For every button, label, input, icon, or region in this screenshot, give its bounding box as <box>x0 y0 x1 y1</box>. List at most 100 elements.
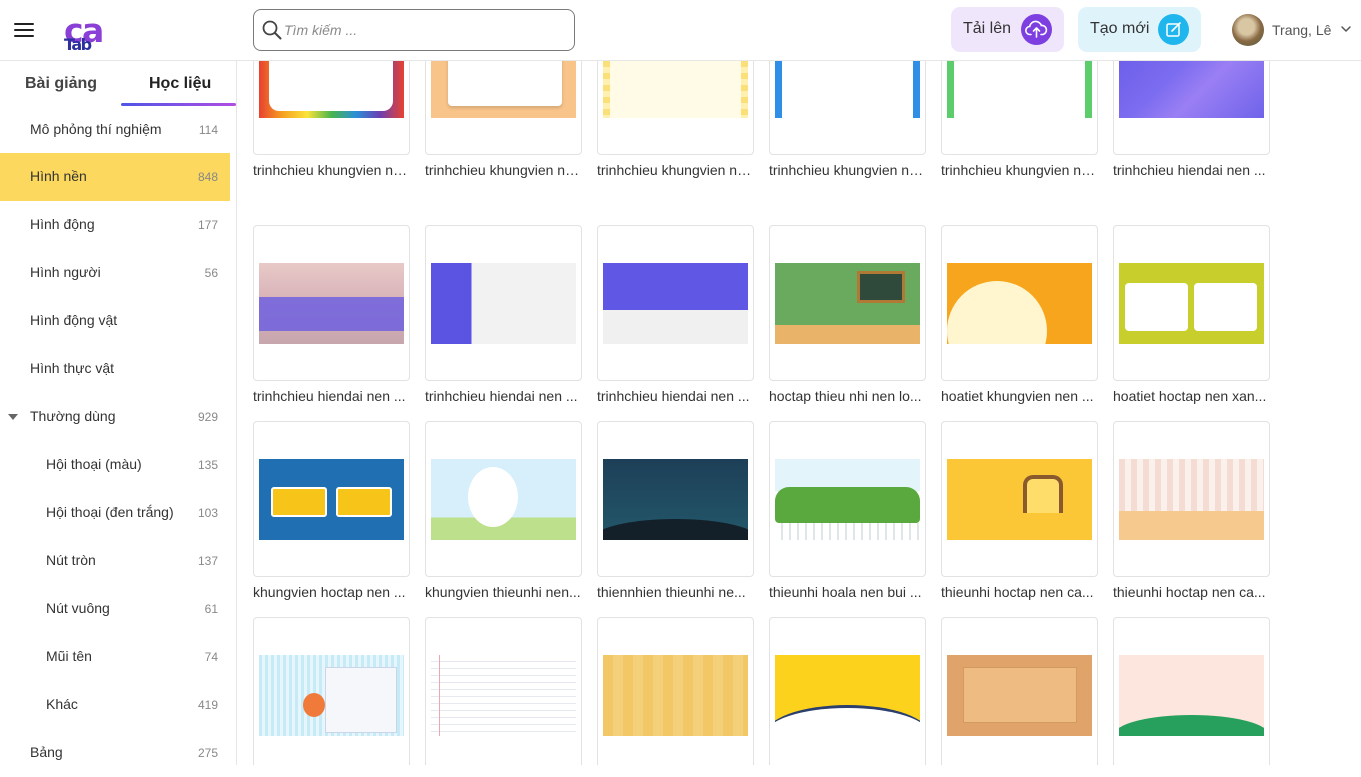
asset-thumbnail <box>431 263 576 344</box>
asset-thumbnail-frame <box>253 225 410 381</box>
asset-card[interactable] <box>1113 617 1270 765</box>
sidebar-item-plants[interactable]: Hình thực vật <box>0 345 230 393</box>
asset-thumbnail <box>947 61 1092 118</box>
asset-thumbnail <box>1119 263 1264 344</box>
asset-card[interactable]: trinhchieu hiendai nen ... <box>597 225 754 404</box>
chevron-down-icon <box>1341 26 1351 32</box>
sidebar-item-count: 137 <box>197 554 218 568</box>
asset-card[interactable]: trinhchieu khungvien nen ... <box>769 61 926 178</box>
asset-card[interactable]: thiennhien thieunhi ne... <box>597 421 754 600</box>
asset-card[interactable]: hoatiet khungvien nen ... <box>941 225 1098 404</box>
cloud-upload-icon <box>1021 14 1052 45</box>
sidebar-item-label: Hình động <box>30 216 95 232</box>
asset-thumbnail <box>775 655 920 736</box>
asset-card[interactable]: thieunhi hoctap nen ca... <box>1113 421 1270 600</box>
menu-icon[interactable] <box>14 21 36 39</box>
asset-card[interactable] <box>941 617 1098 765</box>
sidebar-item-count: 419 <box>197 698 218 712</box>
asset-caption: thieunhi hoctap nen ca... <box>1113 584 1266 600</box>
sidebar-item-label: Hình động vật <box>30 312 118 328</box>
edit-icon <box>1158 14 1189 45</box>
sidebar-item-label: Mô phỏng thí nghiệm <box>30 121 162 137</box>
sidebar-item-count: 177 <box>197 218 218 232</box>
asset-card[interactable]: trinhchieu khungvien nen ... <box>941 61 1098 178</box>
asset-thumbnail-frame <box>769 225 926 381</box>
asset-thumbnail-frame <box>1113 225 1270 381</box>
asset-caption: thieunhi hoctap nen ca... <box>941 584 1094 600</box>
asset-caption: trinhchieu hiendai nen ... <box>1113 162 1266 178</box>
sidebar-item-arrows[interactable]: Mũi tên 74 <box>0 633 230 681</box>
asset-thumbnail-frame <box>1113 617 1270 765</box>
sidebar-item-boards[interactable]: Bảng 275 <box>0 729 230 777</box>
create-new-button[interactable]: Tạo mới <box>1078 7 1201 52</box>
asset-caption: thiennhien thieunhi ne... <box>597 584 746 600</box>
asset-thumbnail <box>603 263 748 344</box>
asset-caption: trinhchieu khungvien nen ... <box>253 162 410 178</box>
asset-thumbnail-frame <box>941 617 1098 765</box>
asset-thumbnail <box>431 61 576 118</box>
asset-thumbnail-frame <box>1113 61 1270 155</box>
asset-card[interactable]: trinhchieu khungvien nen ... <box>253 61 410 178</box>
sidebar-item-other[interactable]: Khác 419 <box>0 681 230 729</box>
asset-thumbnail-frame <box>941 225 1098 381</box>
asset-card[interactable]: trinhchieu khungvien nen ... <box>597 61 754 178</box>
asset-card[interactable] <box>253 617 410 765</box>
sidebar-item-label: Hội thoại (màu) <box>46 456 142 472</box>
asset-thumbnail <box>775 61 920 118</box>
asset-caption: hoctap thieu nhi nen lo... <box>769 388 922 404</box>
sidebar-item-round-buttons[interactable]: Nút tròn 137 <box>0 537 230 585</box>
sidebar-item-label: Thường dùng <box>30 408 116 424</box>
asset-card[interactable] <box>425 617 582 765</box>
asset-card[interactable]: khungvien hoctap nen ... <box>253 421 410 600</box>
asset-caption: trinhchieu hiendai nen ... <box>597 388 750 404</box>
asset-caption: hoatiet khungvien nen ... <box>941 388 1094 404</box>
sidebar-item-count: 114 <box>198 123 218 137</box>
top-header: Tabca Tải lên Tạo mới Trang, Lê <box>0 0 1361 61</box>
asset-card[interactable]: trinhchieu hiendai nen ... <box>425 225 582 404</box>
asset-thumbnail-frame <box>253 617 410 765</box>
sidebar-item-label: Nút vuông <box>46 600 110 616</box>
asset-caption: trinhchieu khungvien nen ... <box>941 162 1098 178</box>
upload-button[interactable]: Tải lên <box>951 7 1064 52</box>
asset-card[interactable] <box>597 617 754 765</box>
sidebar-item-animals[interactable]: Hình động vật <box>0 297 230 345</box>
asset-card[interactable]: hoatiet hoctap nen xan... <box>1113 225 1270 404</box>
asset-thumbnail-frame <box>597 421 754 577</box>
sidebar-tabs: Bài giảng Học liệu <box>0 61 237 109</box>
asset-caption: trinhchieu khungvien nen ... <box>769 162 926 178</box>
user-menu[interactable]: Trang, Lê <box>1232 14 1357 46</box>
asset-thumbnail <box>259 459 404 540</box>
sidebar-item-square-buttons[interactable]: Nút vuông 61 <box>0 585 230 633</box>
tab-materials[interactable]: Học liệu <box>149 75 211 93</box>
search-input[interactable] <box>284 18 564 42</box>
asset-card[interactable]: trinhchieu khungvien nen ... <box>425 61 582 178</box>
sidebar-item-animations[interactable]: Hình động 177 <box>0 201 230 249</box>
asset-card[interactable]: khungvien thieunhi nen... <box>425 421 582 600</box>
asset-thumbnail <box>1119 655 1264 736</box>
sidebar-item-dialog-bw[interactable]: Hội thoại (đen trắng) 103 <box>0 489 230 537</box>
app-logo[interactable]: Tab ca <box>64 12 104 55</box>
asset-card[interactable] <box>769 617 926 765</box>
asset-card[interactable]: thieunhi hoctap nen ca... <box>941 421 1098 600</box>
asset-card[interactable]: thieunhi hoala nen bui ... <box>769 421 926 600</box>
asset-thumbnail-frame <box>769 61 926 155</box>
sidebar-item-label: Hình nền <box>30 168 87 184</box>
search-icon <box>262 20 282 40</box>
asset-card[interactable]: trinhchieu hiendai nen ... <box>1113 61 1270 178</box>
caret-down-icon[interactable] <box>8 414 18 420</box>
sidebar-item-count: 56 <box>204 266 218 280</box>
sidebar-item-simulation[interactable]: Mô phỏng thí nghiệm 114 <box>0 106 230 154</box>
sidebar-item-common[interactable]: Thường dùng 929 <box>0 393 230 441</box>
asset-thumbnail-frame <box>425 225 582 381</box>
sidebar-item-backgrounds[interactable]: Hình nền 848 <box>0 153 230 201</box>
asset-thumbnail-frame <box>941 61 1098 155</box>
sidebar-item-people[interactable]: Hình người 56 <box>0 249 230 297</box>
search-box[interactable] <box>253 9 575 51</box>
asset-thumbnail-frame <box>769 617 926 765</box>
upload-button-label: Tải lên <box>963 20 1012 37</box>
tab-lectures[interactable]: Bài giảng <box>25 75 97 93</box>
sidebar-item-dialog-color[interactable]: Hội thoại (màu) 135 <box>0 441 230 489</box>
asset-thumbnail <box>775 459 920 540</box>
asset-card[interactable]: trinhchieu hiendai nen ... <box>253 225 410 404</box>
asset-card[interactable]: hoctap thieu nhi nen lo... <box>769 225 926 404</box>
